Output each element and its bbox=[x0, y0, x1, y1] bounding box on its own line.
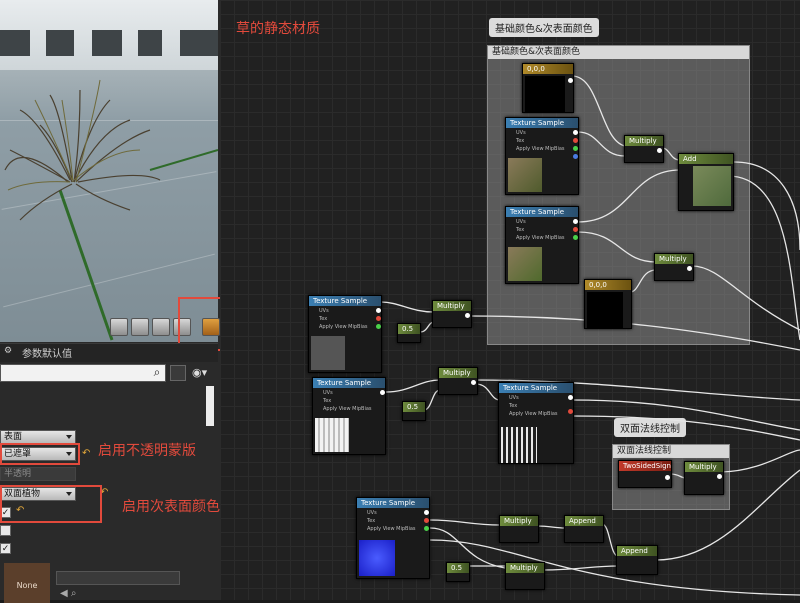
output-pin[interactable] bbox=[657, 148, 662, 153]
g-output-pin[interactable] bbox=[573, 235, 578, 240]
rgb-output-pin[interactable] bbox=[424, 510, 429, 515]
output-pin[interactable] bbox=[471, 380, 476, 385]
r-output-pin[interactable] bbox=[376, 316, 381, 321]
texture-sample-node[interactable]: Texture Sample UVs Tex Apply View MipBia… bbox=[498, 382, 574, 464]
g-output-pin[interactable] bbox=[573, 146, 578, 151]
constant-vector-node[interactable]: 0,0,0 bbox=[584, 279, 632, 329]
node-preview bbox=[359, 540, 395, 576]
rgb-output-pin[interactable] bbox=[380, 390, 385, 395]
node-preview bbox=[525, 76, 565, 112]
multiply-node[interactable]: Multiply bbox=[684, 461, 724, 495]
output-pin[interactable] bbox=[687, 266, 692, 271]
texture-sample-node[interactable]: Texture Sample UVs Tex Apply View MipBia… bbox=[505, 206, 579, 284]
rgb-output-pin[interactable] bbox=[573, 130, 578, 135]
add-node[interactable]: Add bbox=[678, 153, 734, 211]
rgb-output-pin[interactable] bbox=[376, 308, 381, 313]
rgb-output-pin[interactable] bbox=[573, 219, 578, 224]
node-preview bbox=[508, 158, 542, 192]
scalar-node[interactable]: 0.5 bbox=[397, 323, 421, 343]
two-sided-sign-node[interactable]: TwoSidedSign bbox=[618, 460, 672, 488]
append-node[interactable]: Append bbox=[616, 545, 658, 575]
r-output-pin[interactable] bbox=[573, 138, 578, 143]
r-output-pin[interactable] bbox=[424, 518, 429, 523]
multiply-node[interactable]: Multiply bbox=[432, 300, 472, 328]
node-preview bbox=[501, 427, 537, 463]
append-node[interactable]: Append bbox=[564, 515, 604, 543]
output-pin[interactable] bbox=[465, 313, 470, 318]
node-preview bbox=[311, 336, 345, 370]
node-preview bbox=[587, 292, 623, 328]
multiply-node[interactable]: Multiply bbox=[624, 135, 664, 163]
g-output-pin[interactable] bbox=[376, 324, 381, 329]
texture-sample-node[interactable]: Texture Sample UVs Tex Apply View MipBia… bbox=[308, 295, 382, 373]
r-output-pin[interactable] bbox=[568, 409, 573, 414]
output-pin[interactable] bbox=[717, 474, 722, 479]
g-output-pin[interactable] bbox=[424, 526, 429, 531]
b-output-pin[interactable] bbox=[573, 154, 578, 159]
multiply-node[interactable]: Multiply bbox=[654, 253, 694, 281]
node-preview bbox=[508, 247, 542, 281]
node-preview bbox=[315, 418, 349, 452]
node-preview bbox=[693, 166, 731, 206]
texture-sample-node[interactable]: Texture Sample UVs Tex Apply View MipBia… bbox=[312, 377, 386, 455]
r-output-pin[interactable] bbox=[573, 227, 578, 232]
multiply-node[interactable]: Multiply bbox=[438, 367, 478, 395]
scalar-node[interactable]: 0.5 bbox=[402, 401, 426, 421]
texture-sample-node[interactable]: Texture Sample UVs Tex Apply View MipBia… bbox=[505, 117, 579, 195]
constant-vector-node[interactable]: 0,0,0 bbox=[522, 63, 574, 113]
rgb-output-pin[interactable] bbox=[568, 395, 573, 400]
multiply-node[interactable]: Multiply bbox=[499, 515, 539, 543]
output-pin[interactable] bbox=[568, 78, 573, 83]
texture-sample-node[interactable]: Texture Sample UVs Tex Apply View MipBia… bbox=[356, 497, 430, 579]
output-pin[interactable] bbox=[665, 475, 670, 480]
scalar-node[interactable]: 0.5 bbox=[446, 562, 470, 582]
multiply-node[interactable]: Multiply bbox=[505, 562, 545, 590]
